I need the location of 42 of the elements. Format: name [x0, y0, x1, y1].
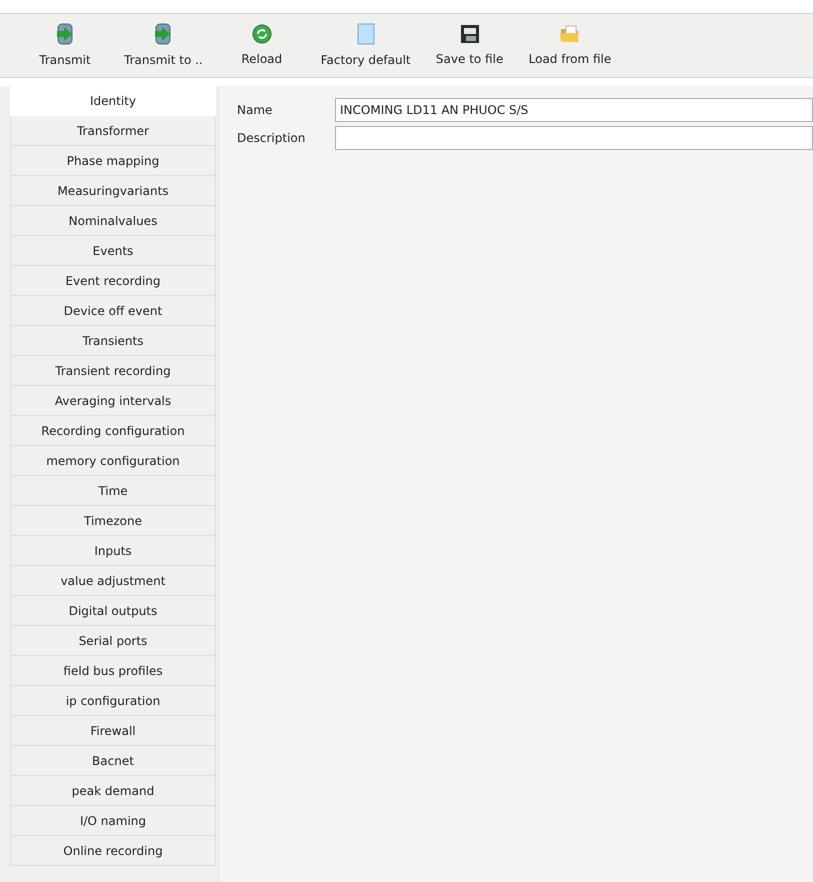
- folder-icon: [558, 24, 581, 44]
- sidebar-tab[interactable]: field bus profiles: [10, 656, 216, 686]
- field-label: Description: [237, 130, 306, 147]
- sidebar-tab[interactable]: memory configuration: [10, 446, 216, 476]
- sidebar-tab[interactable]: value adjustment: [10, 566, 216, 596]
- toolbar-button[interactable]: Factory default: [310, 22, 421, 68]
- sidebar-tab[interactable]: Transient recording: [10, 356, 216, 386]
- sidebar-tab[interactable]: Time: [10, 476, 216, 506]
- toolbar-button[interactable]: Transmit to ..: [114, 22, 213, 68]
- sidebar-tab[interactable]: Identity: [10, 86, 216, 116]
- save-icon: [460, 24, 480, 44]
- toolbar-button[interactable]: Transmit: [20, 22, 110, 68]
- sidebar-tab[interactable]: Recording configuration: [10, 416, 216, 446]
- sidebar-tab[interactable]: Event recording: [10, 266, 216, 296]
- arrow-drum-icon: [55, 22, 75, 44]
- sidebar-tab[interactable]: Firewall: [10, 716, 216, 746]
- reload-icon: [252, 24, 272, 44]
- sidebar-tab[interactable]: Measuringvariants: [10, 176, 216, 206]
- sidebar-tab[interactable]: Bacnet: [10, 746, 216, 776]
- sidebar-tab[interactable]: Device off event: [10, 296, 216, 326]
- sidebar-tab[interactable]: I/O naming: [10, 806, 216, 836]
- sidebar-tab[interactable]: Events: [10, 236, 216, 266]
- sidebar-tab[interactable]: Nominalvalues: [10, 206, 216, 236]
- sidebar-tab[interactable]: Averaging intervals: [10, 386, 216, 416]
- sidebar-tab[interactable]: Digital outputs: [10, 596, 216, 626]
- sidebar-tab[interactable]: Timezone: [10, 506, 216, 536]
- sidebar-tab[interactable]: Phase mapping: [10, 146, 216, 176]
- toolbar-button[interactable]: Reload: [216, 24, 307, 68]
- sidebar-tab[interactable]: ip configuration: [10, 686, 216, 716]
- sidebar-tab[interactable]: Serial ports: [10, 626, 216, 656]
- sidebar-tab[interactable]: peak demand: [10, 776, 216, 806]
- sidebar-tab[interactable]: Transients: [10, 326, 216, 356]
- toolbar-button[interactable]: Save to file: [424, 24, 515, 68]
- toolbar-button[interactable]: Load from file: [518, 24, 622, 68]
- sidebar-tab[interactable]: Transformer: [10, 116, 216, 146]
- blank-page-icon: [356, 22, 375, 44]
- sidebar-tab[interactable]: Online recording: [10, 836, 216, 866]
- text-field[interactable]: [335, 126, 813, 150]
- field-label: Name: [237, 102, 274, 119]
- arrow-drum-icon: [153, 22, 174, 44]
- text-field[interactable]: INCOMING LD11 AN PHUOC S/S: [335, 98, 813, 122]
- sidebar-tab[interactable]: Inputs: [10, 536, 216, 566]
